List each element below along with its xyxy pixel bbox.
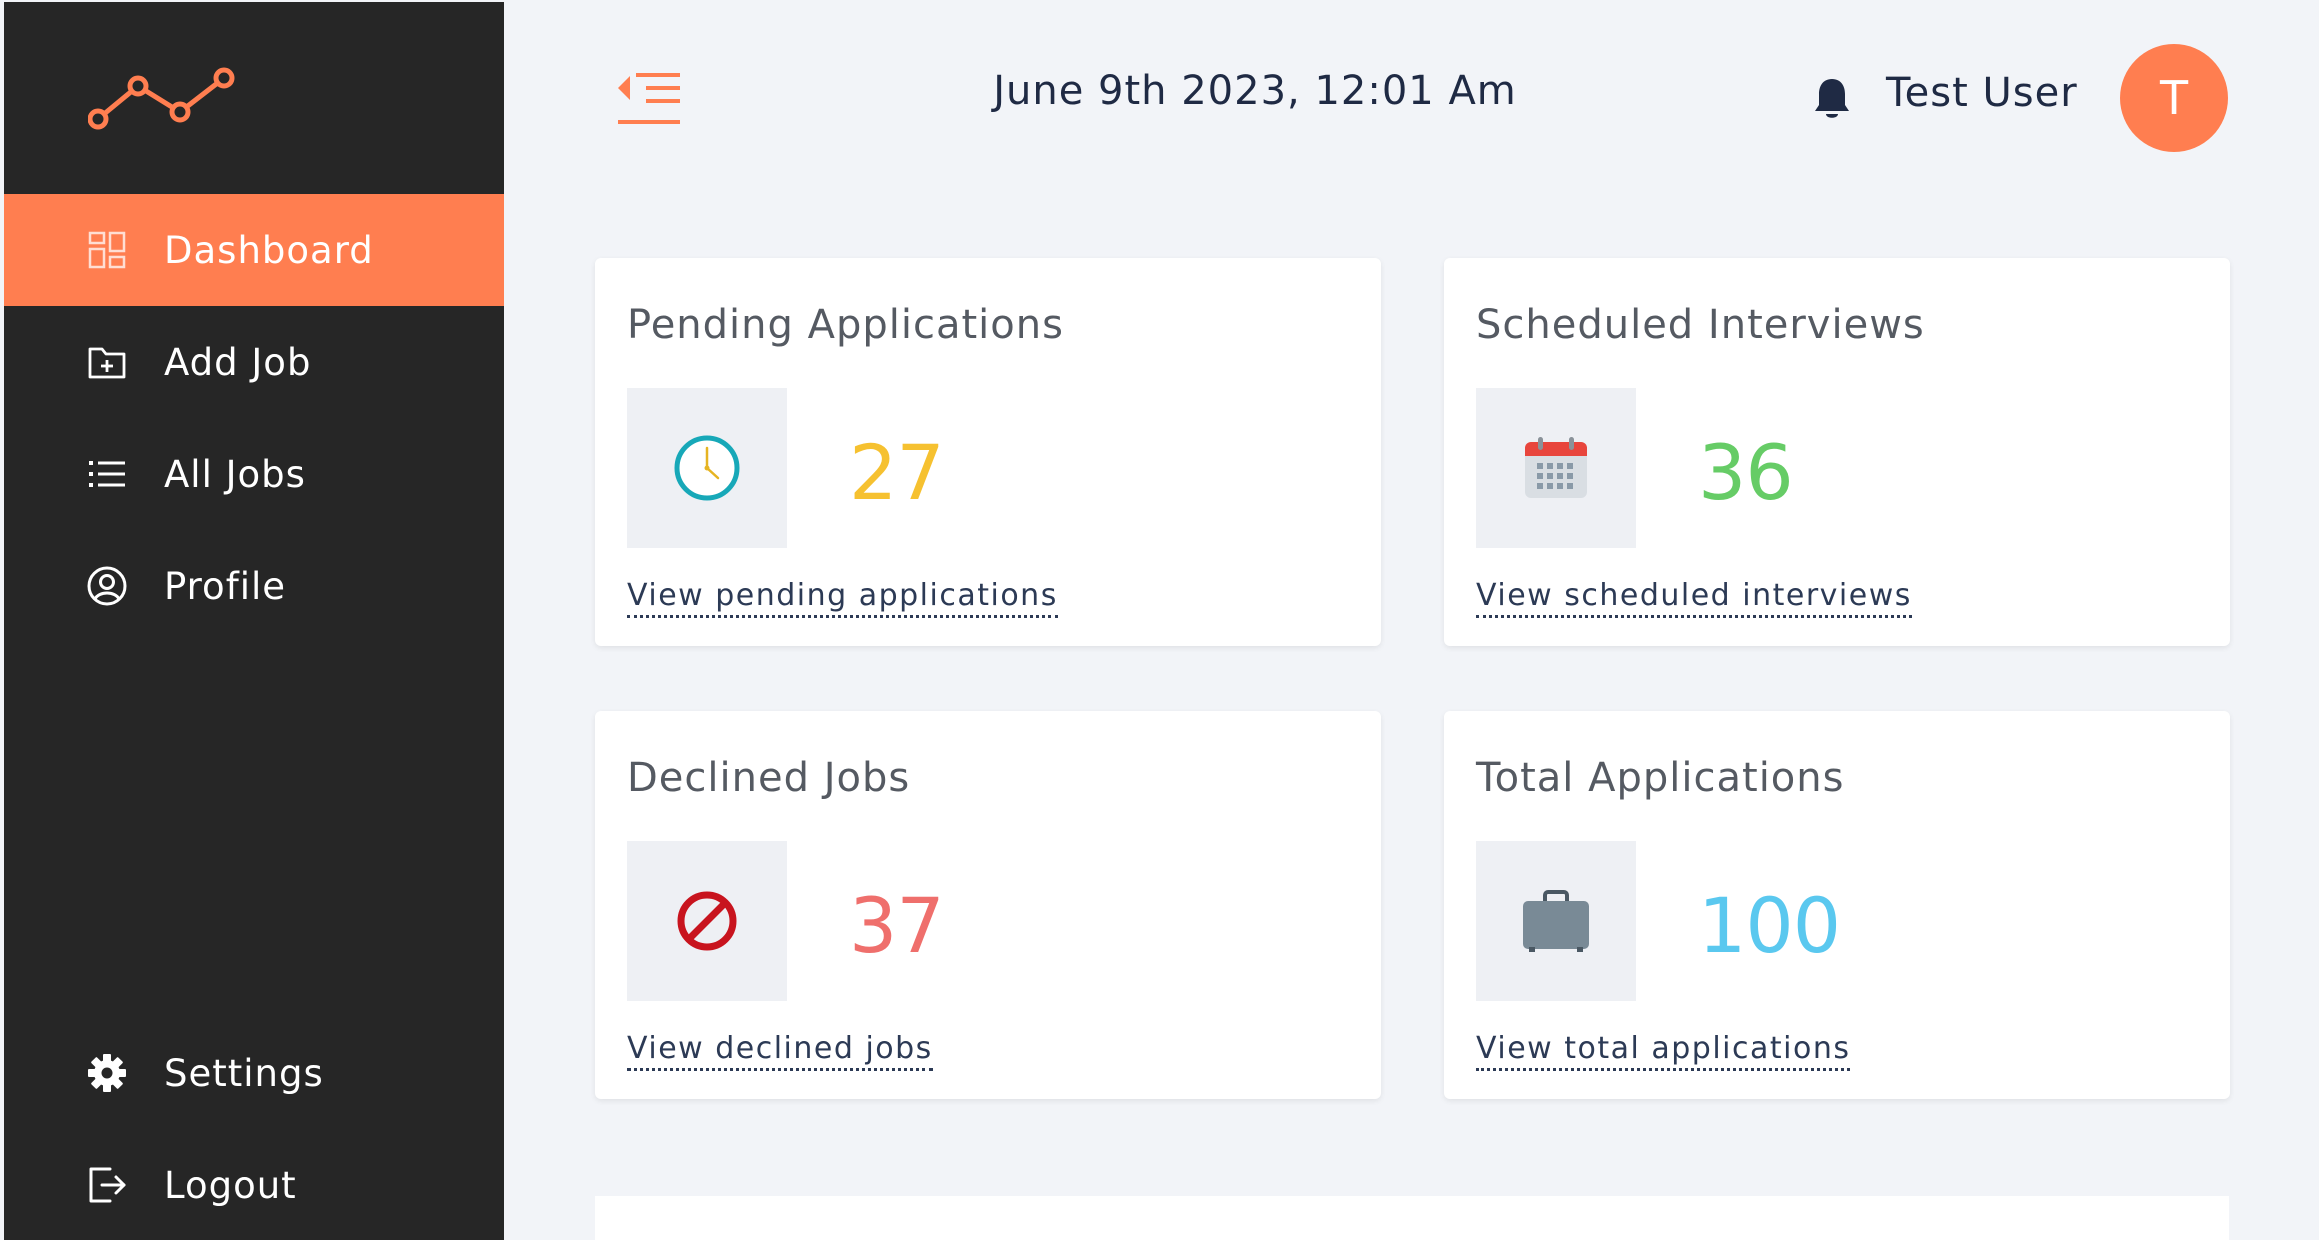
calendar-icon — [1525, 437, 1587, 498]
user-circle-icon — [86, 565, 128, 607]
prohibited-icon — [677, 891, 737, 951]
current-datetime: June 9th 2023, 12:01 Am — [993, 68, 1517, 114]
card-value: 36 — [1698, 428, 1794, 517]
avatar[interactable]: T — [2120, 44, 2228, 152]
sidebar-item-all-jobs[interactable]: All Jobs — [4, 418, 504, 530]
list-icon — [86, 453, 128, 495]
view-scheduled-interviews-link[interactable]: View scheduled interviews — [1476, 578, 1912, 618]
sidebar-item-label: All Jobs — [164, 452, 306, 496]
card-icon-box — [627, 388, 787, 548]
sidebar-item-logout[interactable]: Logout — [4, 1129, 504, 1240]
view-total-applications-link[interactable]: View total applications — [1476, 1031, 1851, 1071]
card-title: Pending Applications — [627, 302, 1064, 348]
card-title: Scheduled Interviews — [1476, 302, 1925, 348]
stat-card-pending-applications: Pending Applications 27 View pending app… — [595, 258, 1381, 646]
card-title: Total Applications — [1476, 755, 1845, 801]
card-icon-box — [627, 841, 787, 1001]
card-value: 37 — [849, 881, 945, 970]
briefcase-icon — [1523, 890, 1589, 952]
card-value: 100 — [1698, 881, 1841, 970]
card-title: Declined Jobs — [627, 755, 911, 801]
dashboard-icon — [86, 229, 128, 271]
view-pending-applications-link[interactable]: View pending applications — [627, 578, 1058, 618]
user-name[interactable]: Test User — [1886, 70, 2078, 116]
bell-icon[interactable] — [1812, 76, 1852, 122]
sidebar-item-label: Settings — [164, 1051, 324, 1095]
stat-card-declined-jobs: Declined Jobs 37 View declined jobs — [595, 711, 1381, 1099]
clock-icon — [674, 435, 740, 501]
view-declined-jobs-link[interactable]: View declined jobs — [627, 1031, 933, 1071]
sidebar-item-label: Logout — [164, 1163, 297, 1207]
logout-icon — [86, 1164, 128, 1206]
content-panel — [595, 1196, 2229, 1240]
sidebar-item-label: Add Job — [164, 340, 312, 384]
card-value: 27 — [849, 428, 945, 517]
stat-card-total-applications: Total Applications 100 View total applic… — [1444, 711, 2230, 1099]
sidebar-item-dashboard[interactable]: Dashboard — [4, 194, 504, 306]
line-chart-logo-icon — [88, 67, 235, 130]
sidebar-item-profile[interactable]: Profile — [4, 530, 504, 642]
stat-card-scheduled-interviews: Scheduled Interviews 36 View scheduled i… — [1444, 258, 2230, 646]
card-icon-box — [1476, 388, 1636, 548]
sidebar-item-settings[interactable]: Settings — [4, 1017, 504, 1129]
sidebar: Dashboard Add Job All Jobs Profile Setti… — [4, 2, 504, 1240]
sidebar-item-label: Profile — [164, 564, 287, 608]
card-icon-box — [1476, 841, 1636, 1001]
gear-icon — [86, 1052, 128, 1094]
folder-add-icon — [86, 341, 128, 383]
sidebar-item-label: Dashboard — [164, 228, 374, 272]
sidebar-item-add-job[interactable]: Add Job — [4, 306, 504, 418]
